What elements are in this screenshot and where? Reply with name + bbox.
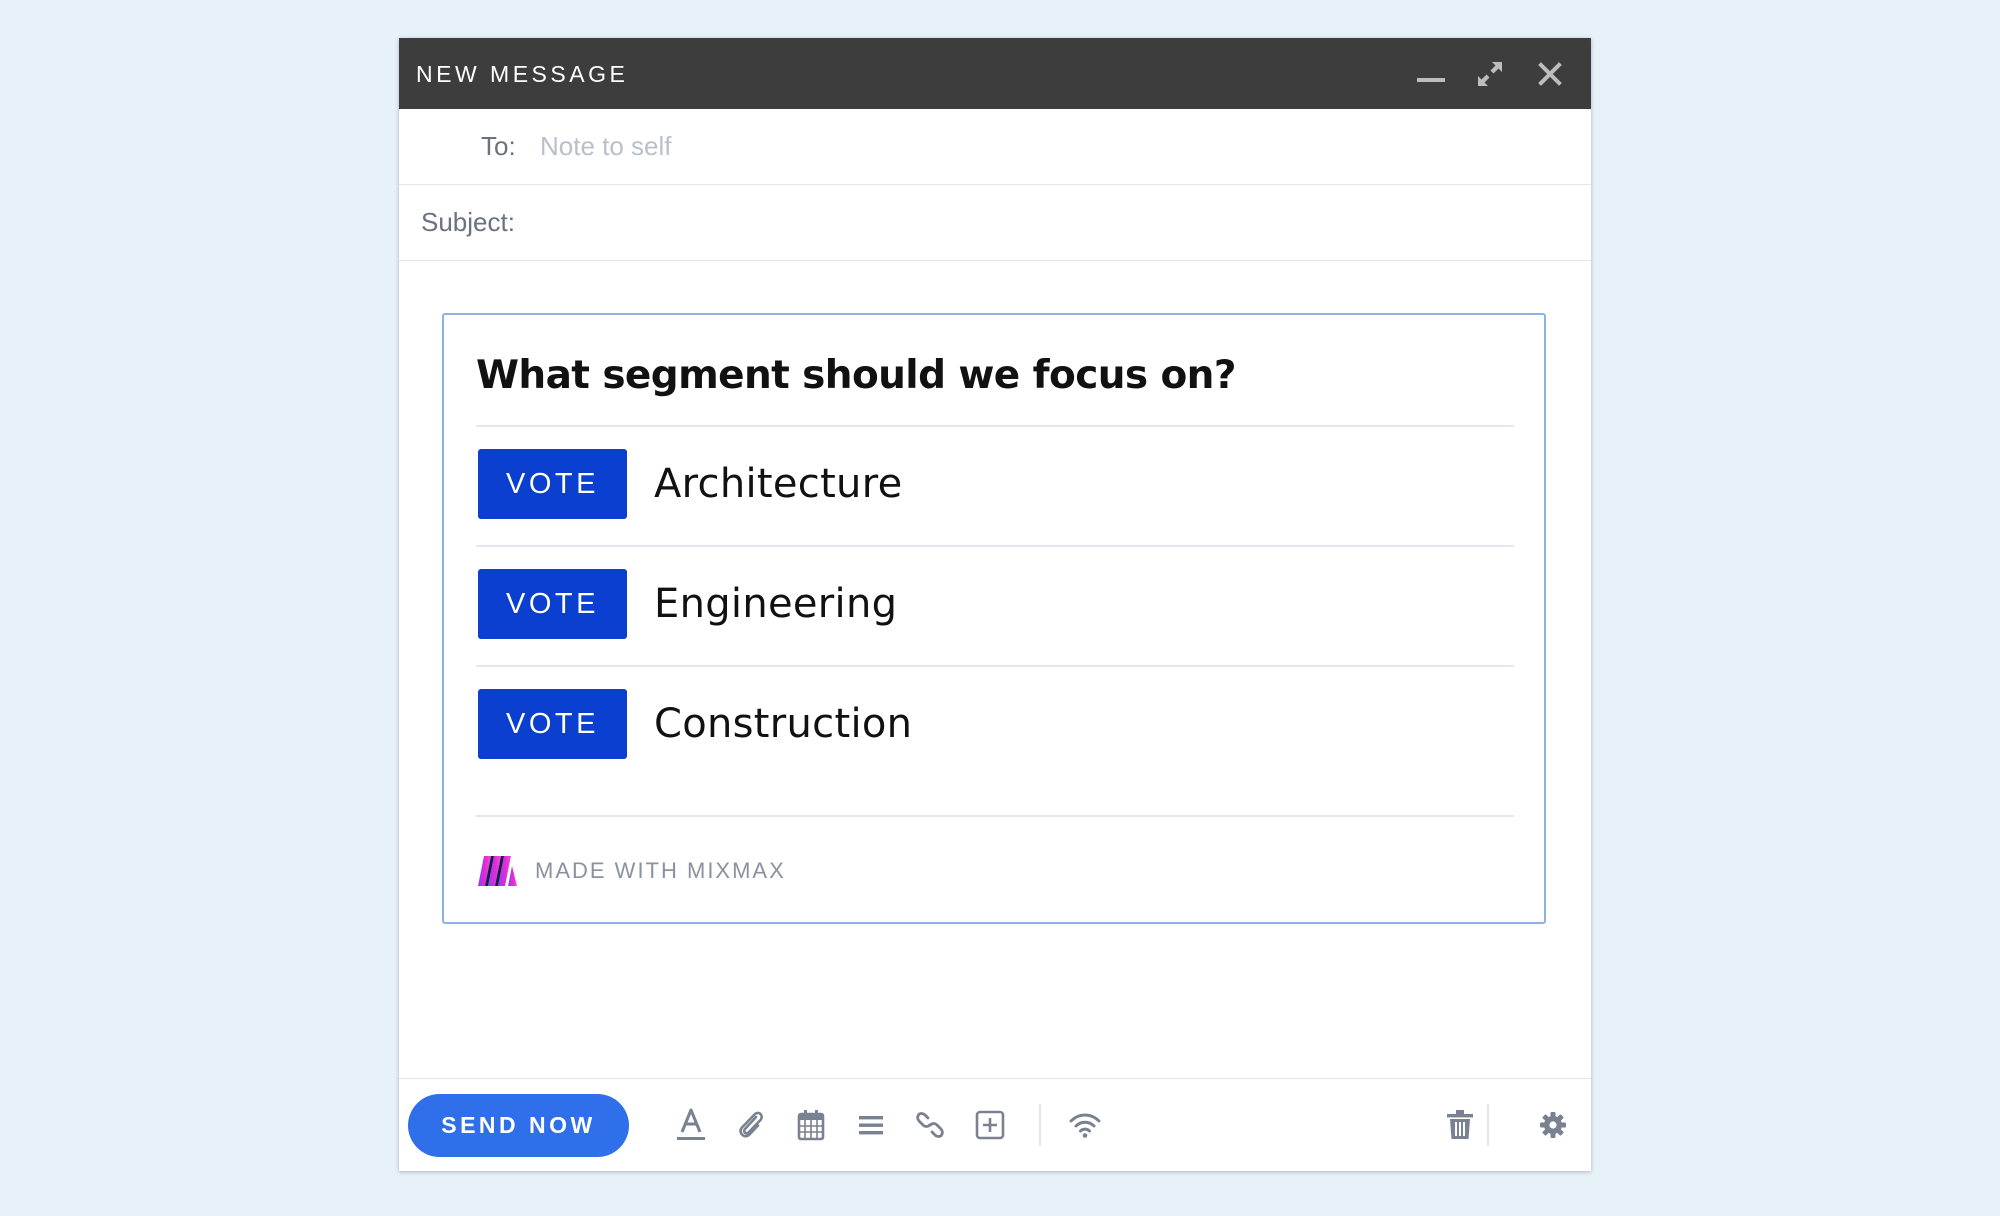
list-icon (859, 1116, 883, 1135)
paperclip-icon (739, 1111, 763, 1138)
poll-option: VOTE Architecture (476, 449, 1514, 521)
compose-window: NEW MESSAGE To: Subject: What segment sh… (399, 38, 1591, 1171)
wifi-icon (1069, 1113, 1101, 1138)
add-button[interactable] (970, 1105, 1010, 1145)
poll-divider (476, 665, 1514, 667)
toolbar-divider (1039, 1104, 1041, 1146)
bottom-toolbar: SEND NOW (399, 1078, 1591, 1172)
mixmax-logo (478, 856, 517, 886)
calendar-icon (797, 1110, 825, 1141)
vote-button[interactable]: VOTE (478, 689, 627, 759)
subject-row: Subject: (399, 185, 1591, 261)
option-label: Engineering (654, 581, 898, 627)
poll-card: What segment should we focus on? VOTE Ar… (442, 313, 1546, 924)
expand-icon (1478, 61, 1502, 86)
delete-button[interactable] (1440, 1105, 1480, 1145)
text-format-icon (677, 1108, 705, 1140)
vote-button[interactable]: VOTE (478, 449, 627, 519)
toolbar-divider (1487, 1104, 1489, 1146)
minimize-icon (1417, 77, 1445, 82)
poll-question: What segment should we focus on? (476, 353, 1236, 398)
link-icon (916, 1112, 944, 1138)
attach-button[interactable] (731, 1105, 771, 1145)
settings-button[interactable] (1533, 1105, 1573, 1145)
option-label: Architecture (654, 461, 903, 507)
list-button[interactable] (851, 1105, 891, 1145)
minimize-button[interactable] (1407, 38, 1455, 109)
tracking-button[interactable] (1065, 1105, 1105, 1145)
gear-icon (1540, 1112, 1566, 1138)
title-bar: NEW MESSAGE (399, 38, 1591, 109)
poll-option: VOTE Construction (476, 689, 1514, 761)
to-row: To: (399, 109, 1591, 185)
poll-divider (476, 425, 1514, 427)
to-label: To: (481, 131, 516, 161)
subject-input[interactable] (529, 206, 1559, 238)
close-button[interactable] (1526, 38, 1574, 109)
send-now-button[interactable]: SEND NOW (408, 1094, 629, 1157)
poll-divider (476, 815, 1514, 817)
made-with-mixmax[interactable]: MADE WITH MIXMAX (476, 855, 786, 887)
expand-button[interactable] (1466, 38, 1514, 109)
trash-icon (1447, 1110, 1473, 1139)
vote-button[interactable]: VOTE (478, 569, 627, 639)
subject-label: Subject: (421, 207, 515, 237)
close-icon (1538, 61, 1562, 86)
made-with-text: MADE WITH MIXMAX (535, 858, 786, 883)
link-button[interactable] (910, 1105, 950, 1145)
poll-option: VOTE Engineering (476, 569, 1514, 641)
poll-divider (476, 545, 1514, 547)
text-format-button[interactable] (671, 1105, 711, 1145)
option-label: Construction (654, 701, 913, 747)
add-icon (975, 1110, 1005, 1140)
to-input[interactable] (540, 130, 1560, 162)
window-title: NEW MESSAGE (416, 61, 629, 87)
calendar-button[interactable] (791, 1105, 831, 1145)
